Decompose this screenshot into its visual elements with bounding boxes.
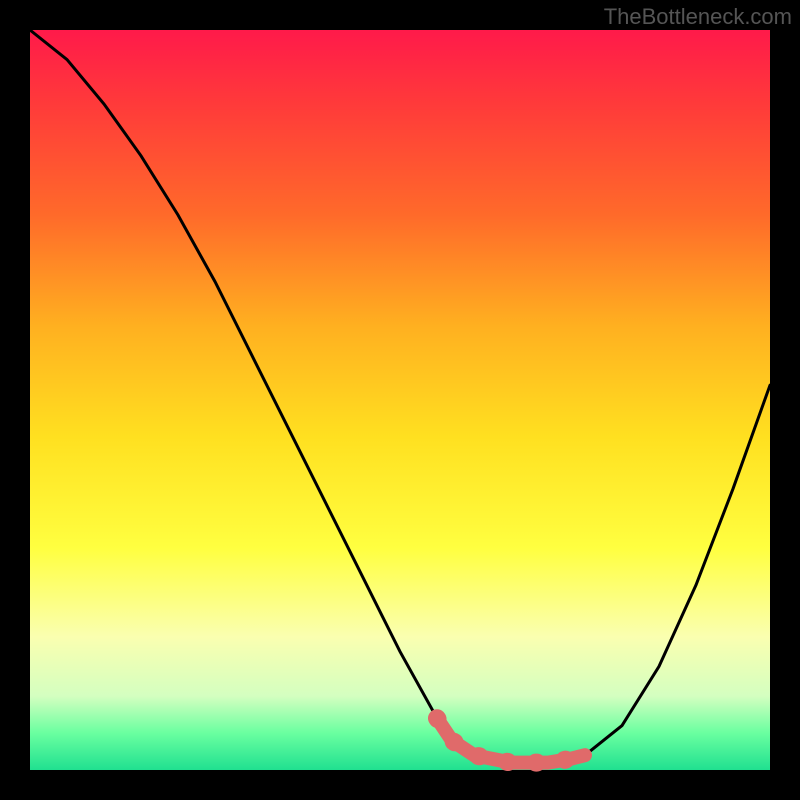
highlight-segment-line [437, 718, 585, 762]
watermark-text: TheBottleneck.com [604, 4, 792, 30]
bottleneck-curve [30, 30, 770, 763]
plot-area [30, 30, 770, 770]
chart-svg [30, 30, 770, 770]
